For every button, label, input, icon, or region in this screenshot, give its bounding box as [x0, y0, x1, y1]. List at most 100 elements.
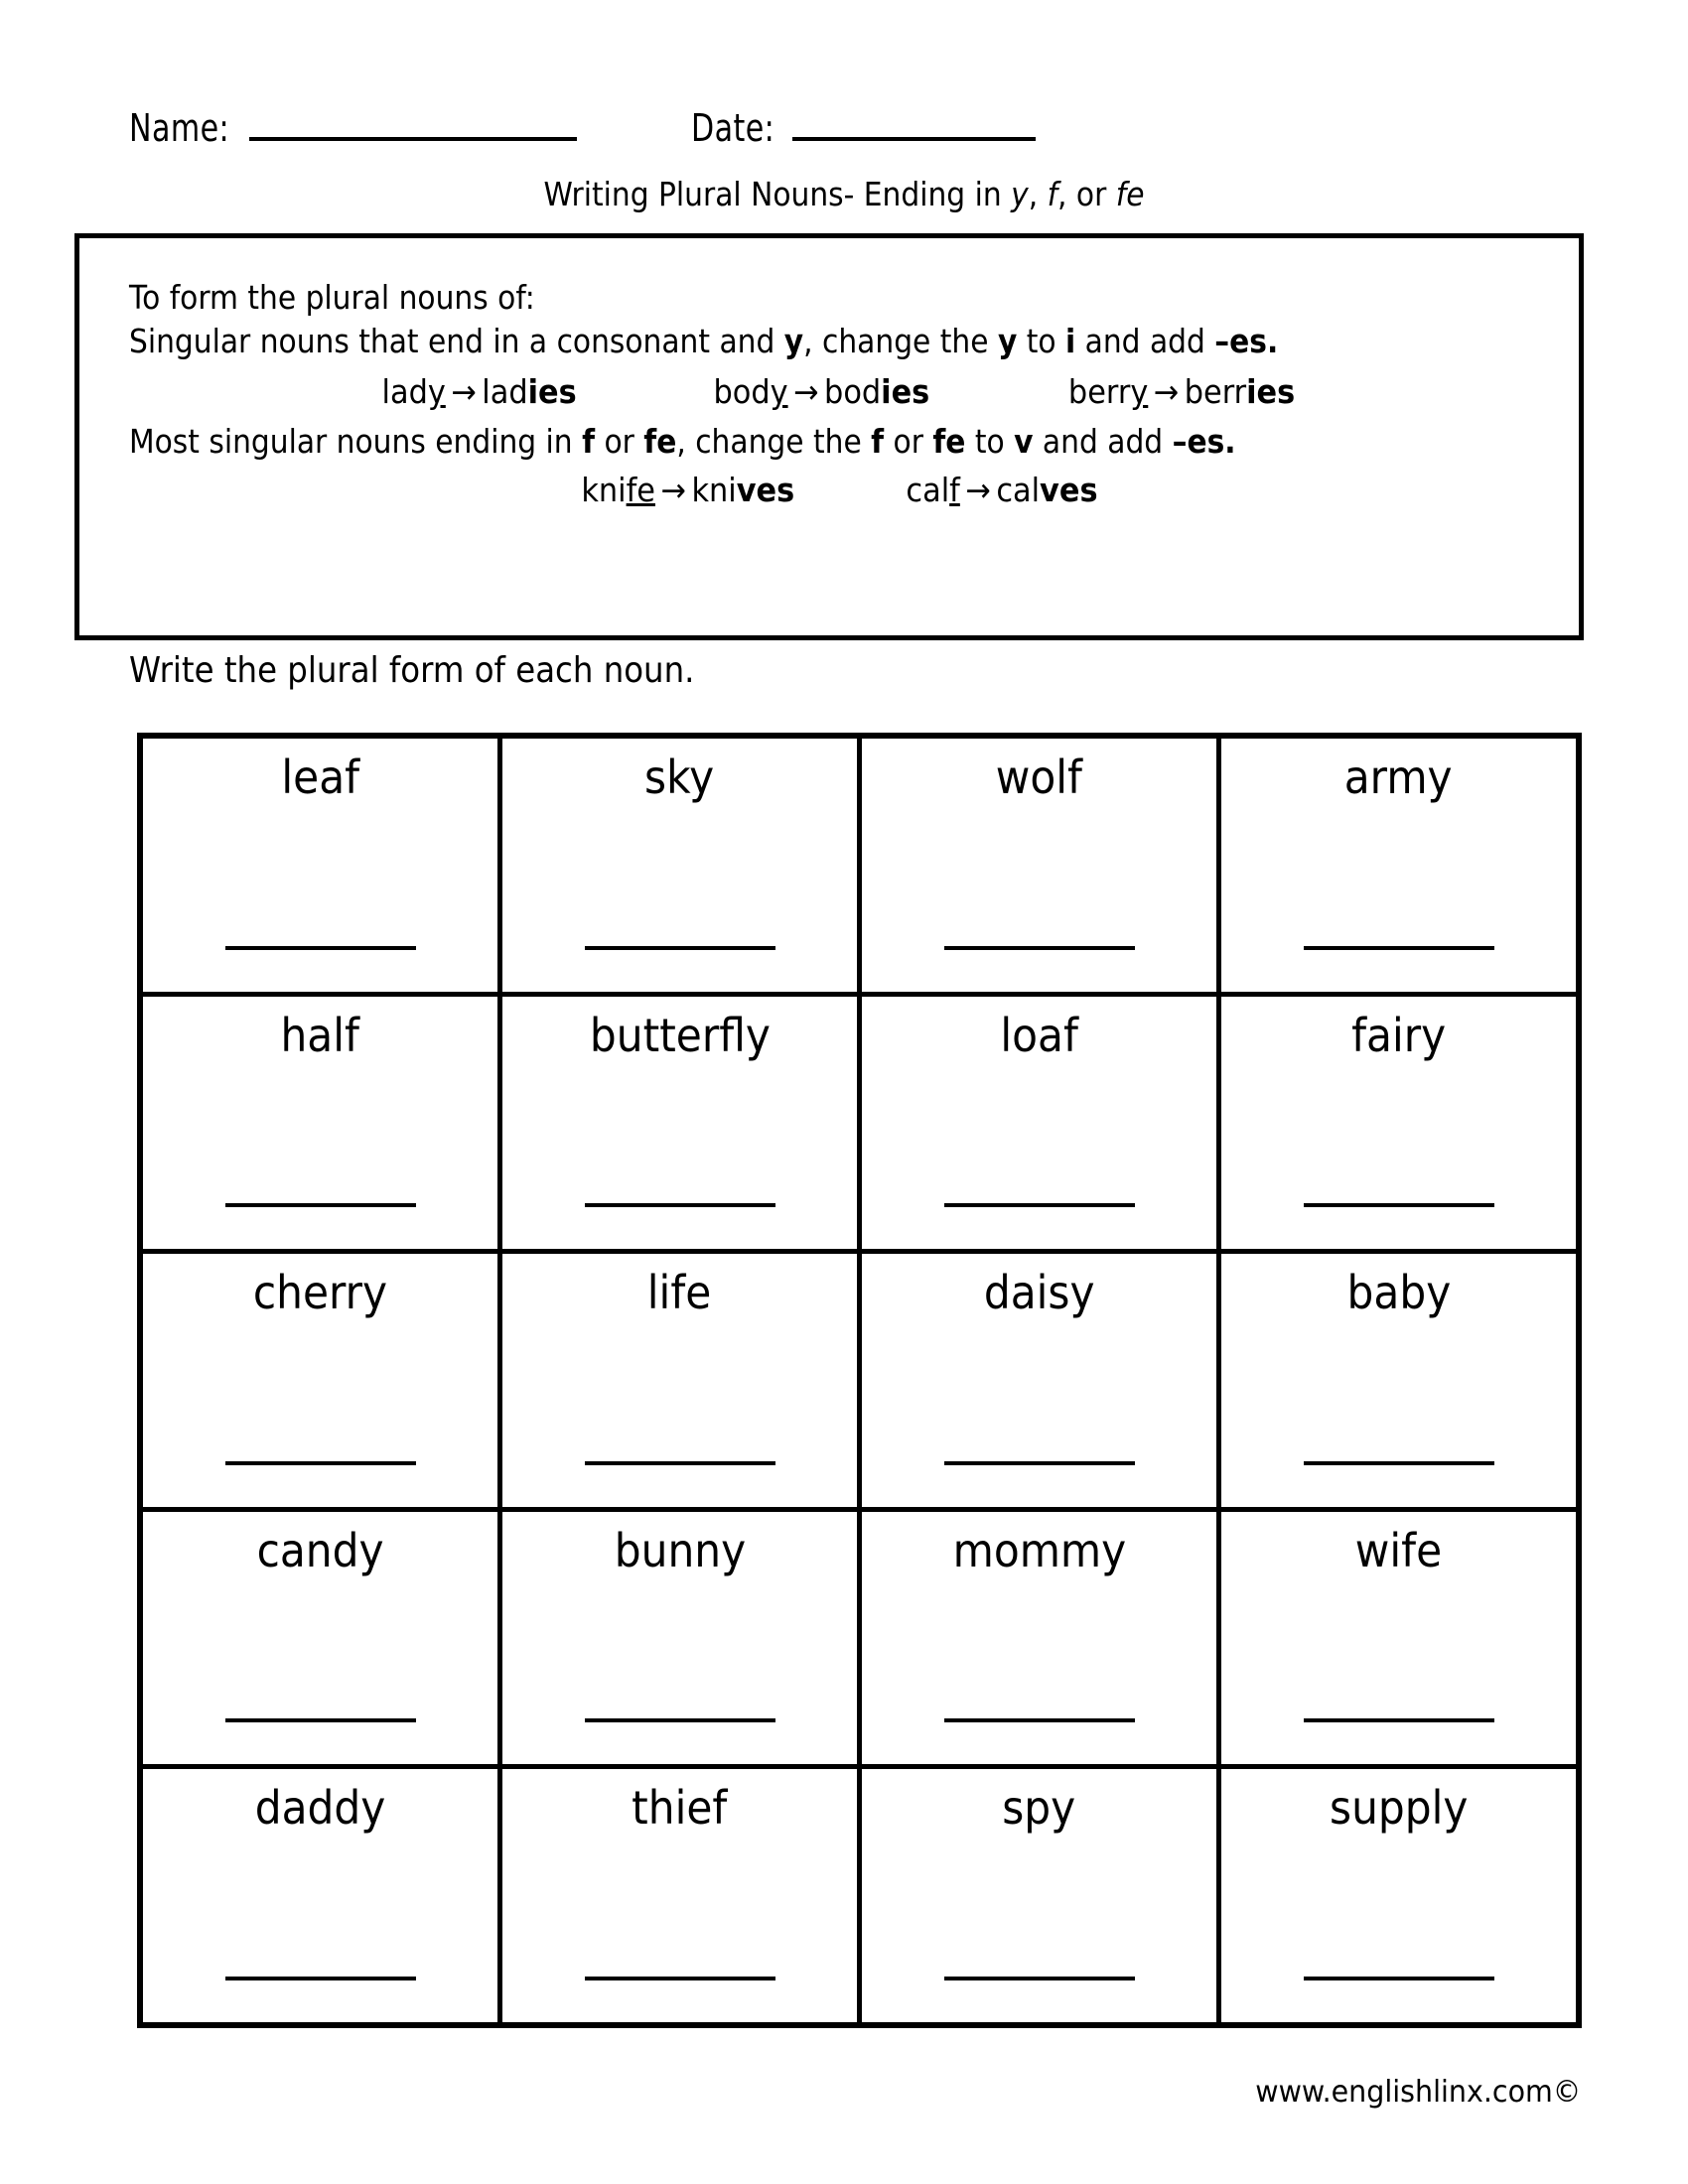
example-calves-ending: ves [1040, 471, 1098, 510]
arrow-icon: → [793, 372, 819, 412]
answer-line[interactable] [943, 1203, 1135, 1208]
grid-cell-r5c2[interactable]: thief [502, 1769, 862, 2022]
grid-cell-r4c1[interactable]: candy [143, 1511, 502, 1765]
rule-y-letter-y2: y [997, 321, 1018, 360]
answer-line[interactable] [943, 945, 1135, 950]
grid-cell-r3c1[interactable]: cherry [143, 1254, 502, 1507]
name-write-in-line[interactable] [248, 137, 577, 141]
grid-cell-r1c3[interactable]: wolf [862, 739, 1221, 992]
answer-line[interactable] [1303, 1460, 1494, 1465]
noun-word: thief [632, 1781, 728, 1836]
noun-word: daddy [254, 1781, 386, 1836]
title-italic-y: y [1011, 175, 1029, 213]
answer-line[interactable] [224, 1976, 416, 1980]
rules-intro-text: To form the plural nouns of: [129, 278, 535, 317]
rules-line-y: Singular nouns that end in a consonant a… [129, 320, 1407, 363]
grid-cell-r2c4[interactable]: fairy [1221, 997, 1576, 1250]
answer-line[interactable] [1303, 1718, 1494, 1723]
answer-line[interactable] [584, 1718, 775, 1723]
answer-line[interactable] [1303, 1203, 1494, 1208]
example-lady: lady → ladies [381, 370, 576, 414]
date-write-in-line[interactable] [791, 137, 1036, 141]
example-knife-ending: fe [626, 471, 655, 510]
grid-cell-r3c2[interactable]: life [502, 1254, 862, 1507]
example-calf-ending: f [949, 471, 961, 510]
grid-cell-r2c1[interactable]: half [143, 996, 502, 1250]
table-row: daddy thief spy supply [143, 1769, 1576, 2022]
grid-cell-r2c2[interactable]: butterfly [502, 996, 862, 1250]
rule-f-letters-fe2: fe [932, 421, 966, 461]
example-knife-stem: kni [581, 471, 627, 510]
arrow-icon: → [660, 471, 686, 510]
example-calf: calf → calves [907, 469, 1098, 512]
table-row: cherry life daisy baby [143, 1254, 1576, 1512]
answer-line[interactable] [943, 1718, 1135, 1723]
noun-word: army [1344, 751, 1453, 804]
site-credit[interactable]: www.englishlinx.com© [1255, 2075, 1581, 2110]
answer-line[interactable] [224, 1460, 416, 1465]
answer-line[interactable] [224, 1203, 416, 1208]
example-lady-ending: y [427, 372, 446, 412]
example-berries-ending: ies [1246, 372, 1296, 412]
answer-line[interactable] [584, 1460, 775, 1465]
answer-line[interactable] [943, 1460, 1135, 1465]
grid-cell-r5c4[interactable]: supply [1221, 1769, 1576, 2022]
title-italic-fe: fe [1115, 175, 1145, 213]
example-ladies-ending: ies [527, 372, 577, 412]
table-row: half butterfly loaf fairy [143, 996, 1576, 1255]
rule-f-letter-f1: f [582, 421, 595, 461]
rule-f-part-e: to [965, 421, 1015, 461]
answer-line[interactable] [943, 1976, 1135, 1980]
answer-line[interactable] [224, 945, 416, 950]
answer-line[interactable] [1303, 945, 1494, 950]
example-body-stem: bod [713, 372, 771, 412]
answer-line[interactable] [584, 945, 775, 950]
grid-cell-r4c3[interactable]: mommy [862, 1511, 1221, 1765]
worksheet-page: Name: Date: Writing Plural Nouns- Ending… [0, 0, 1688, 2184]
answer-line[interactable] [584, 1203, 775, 1208]
example-bodies-ending: ies [881, 372, 930, 412]
rules-text: To form the plural nouns of: Singular no… [129, 276, 1549, 512]
answer-line[interactable] [224, 1718, 416, 1723]
noun-word: daisy [983, 1266, 1095, 1320]
noun-word: butterfly [589, 1008, 771, 1062]
rule-f-part-b: or [594, 421, 644, 461]
example-calves-stem: cal [996, 471, 1041, 510]
example-body-ending: y [770, 372, 788, 412]
rules-line-intro: To form the plural nouns of: [129, 276, 1407, 320]
rule-f-part-g: and add [1033, 421, 1173, 461]
answer-line[interactable] [584, 1976, 775, 1980]
rules-line-f: Most singular nouns ending in f or fe, c… [129, 420, 1407, 464]
example-berry: berry → berries [1068, 370, 1295, 414]
grid-cell-r5c3[interactable]: spy [862, 1769, 1221, 2022]
noun-word: mommy [952, 1523, 1126, 1577]
noun-word: leaf [281, 751, 359, 804]
grid-cell-r5c1[interactable]: daddy [143, 1769, 502, 2022]
answer-line[interactable] [1303, 1976, 1494, 1980]
example-berries-stem: berr [1184, 372, 1247, 412]
grid-cell-r1c4[interactable]: army [1221, 739, 1576, 992]
rule-y-letter-i: i [1065, 321, 1076, 360]
title-prefix: Writing Plural Nouns- Ending in [543, 175, 1012, 213]
rule-f-part-c: , change the [676, 421, 872, 461]
rule-y-part-b: , change the [803, 321, 998, 360]
grid-cell-r4c4[interactable]: wife [1221, 1512, 1576, 1765]
grid-cell-r2c3[interactable]: loaf [862, 996, 1221, 1250]
noun-word: supply [1329, 1781, 1469, 1836]
noun-word: bunny [614, 1523, 746, 1577]
directions-text: Write the plural form of each noun. [129, 650, 695, 691]
grid-cell-r3c4[interactable]: baby [1221, 1254, 1576, 1507]
noun-word: wolf [995, 751, 1083, 804]
example-ladies-stem: lad [482, 372, 528, 412]
example-calf-stem: cal [906, 471, 950, 510]
noun-practice-grid: leaf sky wolf army half butterfly loaf f… [137, 733, 1582, 2028]
noun-word: half [280, 1008, 360, 1062]
grid-cell-r1c1[interactable]: leaf [143, 739, 502, 992]
grid-cell-r3c3[interactable]: daisy [862, 1254, 1221, 1507]
rules-box: To form the plural nouns of: Singular no… [74, 233, 1584, 640]
examples-row-y: lady → ladies body → bodies berry → berries [129, 370, 1549, 414]
grid-cell-r1c2[interactable]: sky [502, 739, 862, 992]
noun-word: baby [1346, 1266, 1451, 1320]
noun-word: wife [1354, 1523, 1443, 1577]
grid-cell-r4c2[interactable]: bunny [502, 1511, 862, 1765]
